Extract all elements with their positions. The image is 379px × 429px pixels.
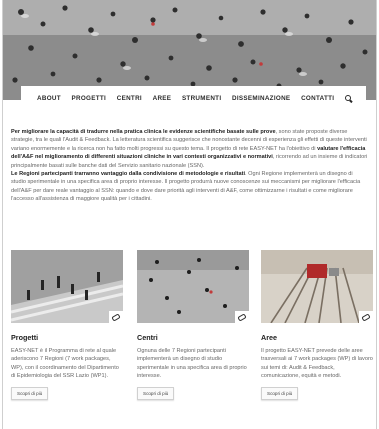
card-progetti: Progetti EASY-NET è il Programma di rete… [11, 250, 123, 401]
discover-more-button[interactable]: Scopri di più [11, 387, 49, 401]
card-description: Il progetto EASY-NET prevede delle aree … [261, 348, 373, 379]
card-description: EASY-NET è il Programma di rete al quale… [11, 348, 119, 379]
hero-image [3, 0, 376, 100]
nav-item-contatti[interactable]: CONTATTI [301, 95, 334, 102]
card-title: Aree [261, 333, 277, 342]
link-icon[interactable] [359, 311, 373, 323]
card-image-centri[interactable] [137, 250, 249, 323]
intro-paragraph-1: Per migliorare la capacità di tradurre n… [11, 128, 369, 170]
card-centri: Centri Ognuna delle 7 Regioni partecipan… [137, 250, 249, 401]
nav-item-centri[interactable]: CENTRI [117, 95, 142, 102]
card-title: Progetti [11, 333, 39, 342]
page-frame: ABOUT PROGETTI CENTRI AREE STRUMENTI DIS… [2, 0, 377, 429]
discover-more-button[interactable]: Scopri di più [137, 387, 175, 401]
nav-item-about[interactable]: ABOUT [37, 95, 61, 102]
link-icon[interactable] [109, 311, 123, 323]
card-aree: Aree Il progetto EASY-NET prevede delle … [261, 250, 373, 401]
intro-text: Per migliorare la capacità di tradurre n… [11, 128, 369, 204]
nav-item-strumenti[interactable]: STRUMENTI [182, 95, 221, 102]
card-description: Ognuna delle 7 Regioni partecipanti impl… [137, 348, 247, 379]
intro-paragraph-2: Le Regioni partecipanti trarranno vantag… [11, 170, 369, 204]
search-icon[interactable] [344, 94, 352, 102]
main-nav: ABOUT PROGETTI CENTRI AREE STRUMENTI DIS… [21, 86, 366, 110]
discover-more-button[interactable]: Scopri di più [261, 387, 299, 401]
card-image-aree[interactable] [261, 250, 373, 323]
nav-item-disseminazione[interactable]: DISSEMINAZIONE [232, 95, 290, 102]
nav-item-aree[interactable]: AREE [153, 95, 172, 102]
intro-highlight: Per migliorare la capacità di tradurre n… [11, 129, 276, 135]
link-icon[interactable] [235, 311, 249, 323]
card-image-progetti[interactable] [11, 250, 123, 323]
card-title: Centri [137, 333, 158, 342]
nav-item-progetti[interactable]: PROGETTI [72, 95, 107, 102]
intro-highlight: Le Regioni partecipanti trarranno vantag… [11, 171, 246, 178]
